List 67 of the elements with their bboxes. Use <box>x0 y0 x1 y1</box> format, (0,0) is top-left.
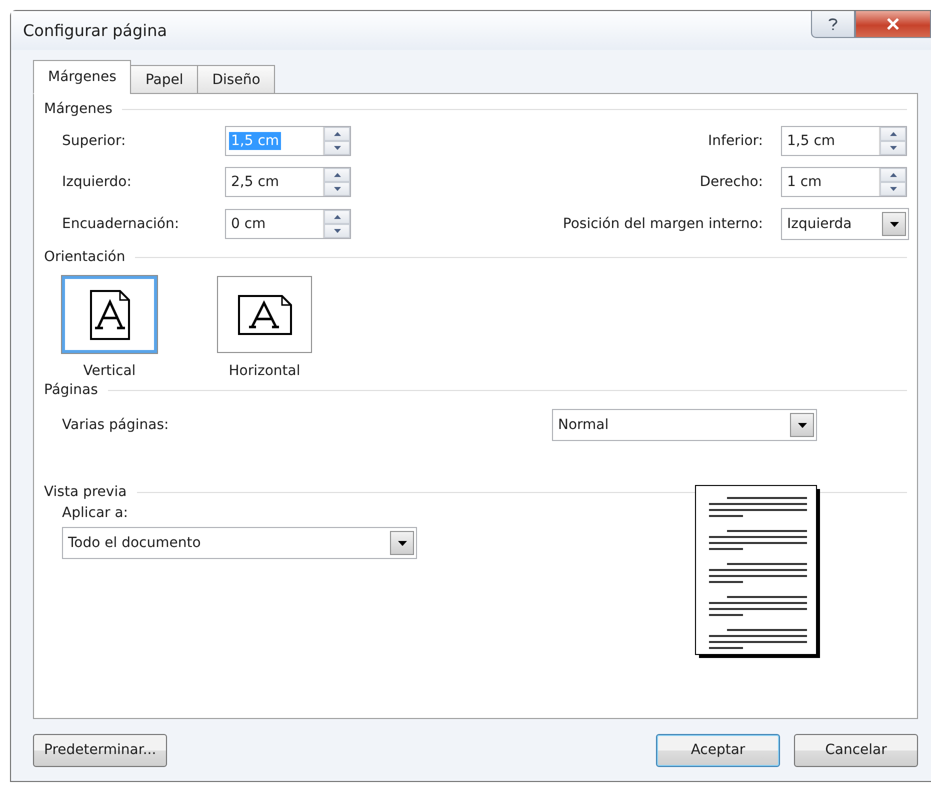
field-value: 0 cm <box>230 215 267 233</box>
defaults-button[interactable]: Predeterminar... <box>33 734 168 766</box>
field-label: Derecho: <box>700 174 763 190</box>
dropdown-button[interactable] <box>882 212 906 236</box>
spin-field[interactable]: 1,5 cm <box>781 126 907 156</box>
window-title: Configurar página <box>23 21 168 40</box>
dialog-button[interactable]: Cancelar <box>794 734 918 766</box>
up-arrow-icon <box>334 173 340 177</box>
spin-field[interactable]: 1 cm <box>781 167 907 197</box>
tab[interactable]: Papel <box>130 65 198 94</box>
field-label: Superior: <box>62 133 126 149</box>
dropdown-field[interactable]: Todo el documento <box>62 527 417 559</box>
caret-icon <box>398 540 406 546</box>
up-arrow-icon <box>334 132 340 136</box>
up-arrow-icon <box>334 215 340 219</box>
spin-down-button[interactable] <box>880 141 906 155</box>
spin-up-button[interactable] <box>324 168 350 182</box>
spin-field[interactable]: 2,5 cm <box>225 167 351 197</box>
down-arrow-icon <box>890 187 896 191</box>
field-value: 1,5 cm <box>786 132 836 150</box>
close-icon <box>886 18 900 30</box>
section-title: Vista previa <box>44 484 127 500</box>
dropdown-button[interactable] <box>790 413 814 437</box>
orientation-option[interactable] <box>62 276 157 353</box>
spin-down-button[interactable] <box>880 182 906 196</box>
spin-down-button[interactable] <box>324 182 350 196</box>
field-label: Inferior: <box>708 133 763 149</box>
help-button[interactable] <box>811 11 855 38</box>
help-icon <box>828 17 838 31</box>
down-arrow-icon <box>890 146 896 150</box>
tab[interactable]: Márgenes <box>33 60 132 94</box>
spin-down-button[interactable] <box>324 224 350 238</box>
option-label: Horizontal <box>228 363 300 379</box>
spin-up-button[interactable] <box>324 127 350 141</box>
dialog-button[interactable]: Aceptar <box>656 734 780 766</box>
spin-up-button[interactable] <box>880 127 906 141</box>
down-arrow-icon <box>334 229 340 233</box>
up-arrow-icon <box>890 173 896 177</box>
section-title: Orientación <box>44 249 126 265</box>
down-arrow-icon <box>334 146 340 150</box>
selected-text: 1,5 cm <box>229 132 282 150</box>
tab[interactable]: Diseño <box>197 65 276 94</box>
section-title: Márgenes <box>44 101 112 117</box>
section-title: Páginas <box>44 382 98 398</box>
orientation-option[interactable] <box>217 276 312 353</box>
spin-up-button[interactable] <box>880 168 906 182</box>
dropdown-field[interactable]: Izquierda <box>781 208 909 240</box>
field-value: 1 cm <box>786 173 823 191</box>
field-label: Aplicar a: <box>62 505 130 521</box>
up-arrow-icon <box>890 132 896 136</box>
spin-up-button[interactable] <box>324 210 350 224</box>
field-value: 2,5 cm <box>230 173 280 191</box>
field-label: Encuadernación: <box>62 216 180 232</box>
dropdown-button[interactable] <box>390 531 414 555</box>
down-arrow-icon <box>334 187 340 191</box>
landscape-page-icon <box>238 294 292 334</box>
field-label: Varias páginas: <box>62 417 169 433</box>
field-label: Posición del margen interno: <box>562 216 763 232</box>
close-button[interactable] <box>855 11 931 38</box>
caret-icon <box>798 422 806 428</box>
field-label: Izquierdo: <box>62 174 132 190</box>
caret-icon <box>890 222 898 226</box>
option-label: Vertical <box>83 363 136 379</box>
spin-down-button[interactable] <box>324 141 350 155</box>
portrait-page-icon <box>90 290 130 340</box>
spin-field[interactable]: 0 cm <box>225 209 351 239</box>
dropdown-field[interactable]: Normal <box>552 409 817 441</box>
